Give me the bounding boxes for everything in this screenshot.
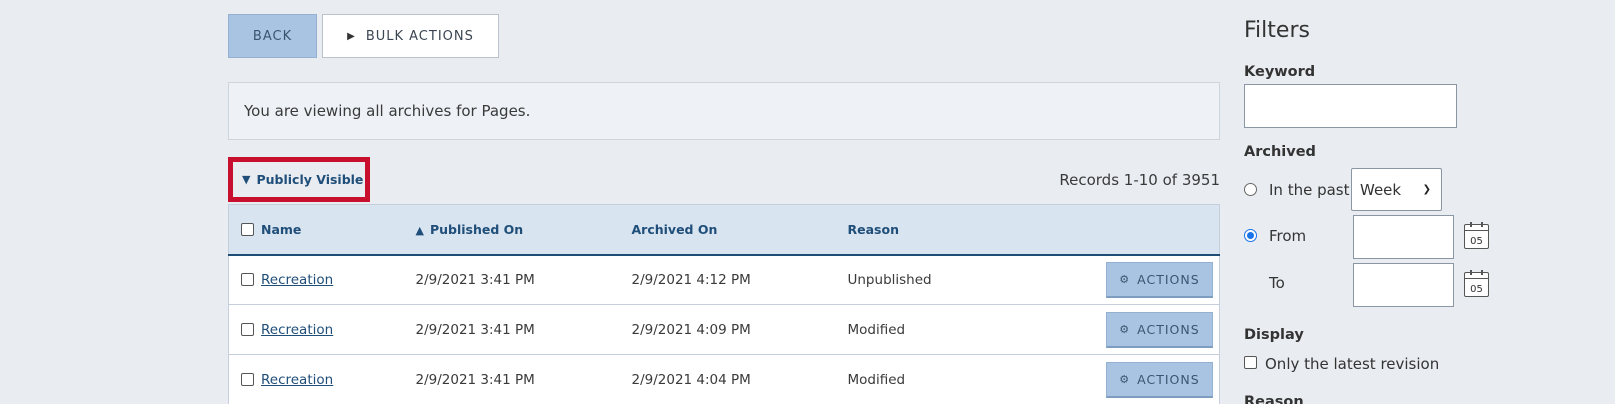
table-row: Recreation 2/9/2021 3:41 PM 2/9/2021 4:0… [228,304,1220,355]
row-reason: Modified [847,321,906,338]
to-date-input[interactable] [1353,263,1454,307]
caret-down-icon: ▼ [242,173,251,186]
back-button[interactable]: BACK [228,14,317,58]
row-published-on: 2/9/2021 3:41 PM [415,321,535,338]
table-header-row: Name ▲ Published On Archived On Reason [228,204,1220,255]
info-message: You are viewing all archives for Pages. [228,82,1220,140]
header-archived-label: Archived On [631,221,718,237]
chevron-down-icon: ❯ [1422,184,1431,195]
archives-table: Name ▲ Published On Archived On Reason R… [228,204,1220,404]
keyword-input[interactable] [1244,84,1457,128]
to-calendar-icon[interactable]: 05 [1464,270,1489,297]
row-checkbox[interactable] [241,323,254,336]
header-reason-label: Reason [847,221,899,237]
row-reason: Modified [847,371,906,388]
row-reason: Unpublished [847,271,932,288]
header-archived-on[interactable]: Archived On [631,204,848,255]
from-label: From [1269,227,1307,245]
info-message-text: You are viewing all archives for Pages. [244,102,531,120]
to-label: To [1269,274,1285,292]
header-actions [1067,204,1220,255]
header-name: Name [228,204,416,255]
in-the-past-label: In the past [1269,181,1350,199]
keyword-label: Keyword [1244,64,1316,80]
row-actions-label: ACTIONS [1137,271,1200,287]
filters-title: Filters [1244,18,1310,43]
to-calendar-day: 05 [1470,284,1483,295]
header-reason[interactable]: Reason [847,204,1068,255]
records-count: Records 1-10 of 3951 [1059,171,1220,189]
from-date-input[interactable] [1353,215,1454,259]
row-published-on: 2/9/2021 3:41 PM [415,371,535,388]
row-actions-label: ACTIONS [1137,321,1200,337]
row-actions-button[interactable]: ⚙ ACTIONS [1106,311,1213,348]
header-name-label[interactable]: Name [261,222,301,237]
period-select-value: Week [1360,180,1402,199]
row-name-link[interactable]: Recreation [261,272,333,288]
from-radio[interactable] [1244,229,1257,242]
gear-icon: ⚙ [1119,322,1131,336]
row-checkbox[interactable] [241,373,254,386]
row-archived-on: 2/9/2021 4:09 PM [631,321,751,338]
row-published-on: 2/9/2021 3:41 PM [415,271,535,288]
from-calendar-day: 05 [1470,236,1483,247]
row-archived-on: 2/9/2021 4:04 PM [631,371,751,388]
period-select[interactable]: Week ❯ [1351,168,1442,211]
latest-revision-label: Only the latest revision [1265,355,1440,373]
row-actions-button[interactable]: ⚙ ACTIONS [1106,261,1213,298]
bulk-actions-button[interactable]: ▶ BULK ACTIONS [322,14,499,58]
toolbar: BACK ▶ BULK ACTIONS [228,14,1220,58]
row-archived-on: 2/9/2021 4:12 PM [631,271,751,288]
row-name-link[interactable]: Recreation [261,322,333,338]
reason-filter-label: Reason [1244,394,1304,404]
bulk-actions-label: BULK ACTIONS [365,28,474,44]
table-row: Recreation 2/9/2021 3:41 PM 2/9/2021 4:1… [228,254,1220,305]
publicly-visible-label: Publicly Visible [256,172,364,187]
display-label: Display [1244,327,1304,343]
main-content: BACK ▶ BULK ACTIONS You are viewing all … [228,14,1220,404]
select-all-checkbox[interactable] [241,222,254,236]
latest-revision-checkbox[interactable] [1244,356,1257,369]
row-name-link[interactable]: Recreation [261,372,333,388]
in-the-past-radio[interactable] [1244,183,1257,196]
from-calendar-icon[interactable]: 05 [1464,222,1489,249]
gear-icon: ⚙ [1119,272,1131,286]
table-row: Recreation 2/9/2021 3:41 PM 2/9/2021 4:0… [228,354,1220,404]
gear-icon: ⚙ [1119,372,1131,386]
archived-label: Archived [1244,144,1316,160]
publicly-visible-toggle[interactable]: ▼ Publicly Visible [228,157,370,202]
play-triangle-icon: ▶ [347,30,356,42]
header-published-on[interactable]: ▲ Published On [415,204,632,255]
header-published-label: Published On [429,221,524,237]
row-actions-button[interactable]: ⚙ ACTIONS [1106,361,1213,398]
sort-up-triangle-icon: ▲ [415,223,424,237]
row-actions-label: ACTIONS [1137,371,1200,387]
row-checkbox[interactable] [241,273,254,287]
